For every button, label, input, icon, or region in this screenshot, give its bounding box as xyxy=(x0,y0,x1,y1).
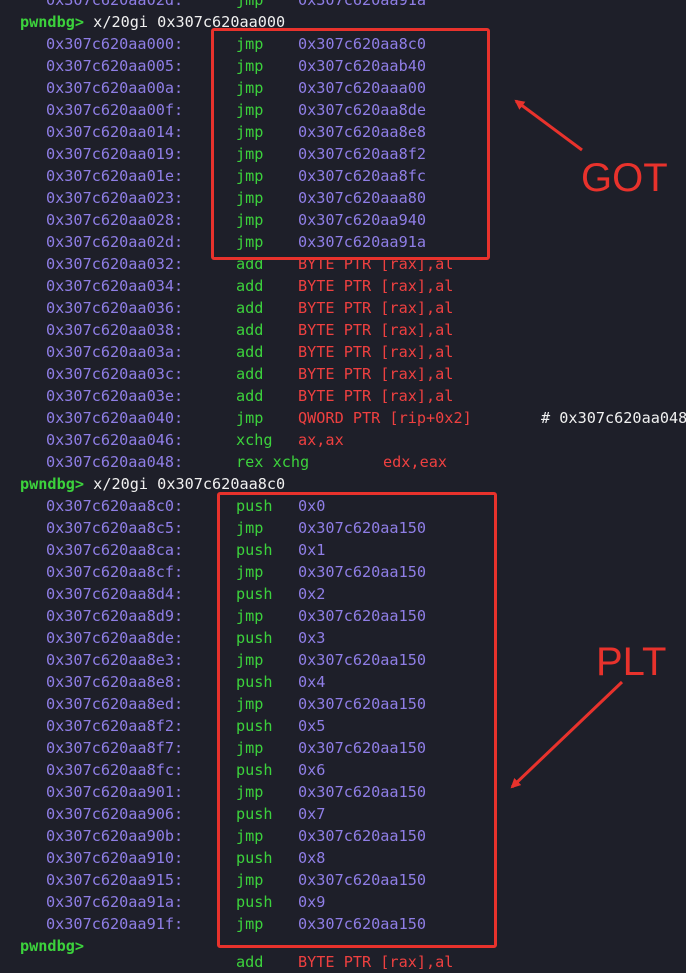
got-arrow xyxy=(514,99,583,152)
annotation-arrows xyxy=(510,99,624,789)
plt-arrow xyxy=(510,680,624,789)
